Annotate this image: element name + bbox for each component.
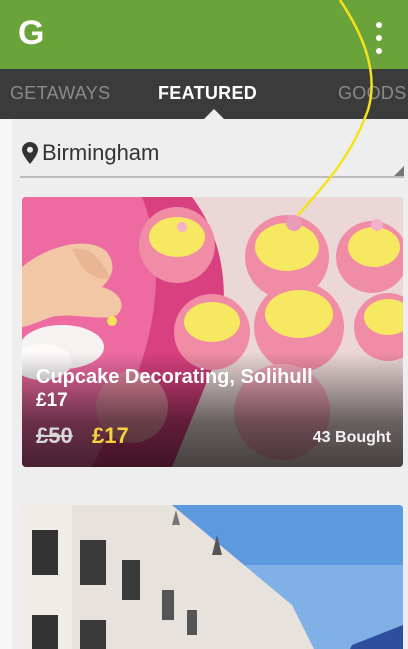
building-photo	[22, 505, 403, 649]
deal-price-line: £17	[36, 390, 68, 411]
deal-title: Cupcake Decorating, Solihull	[36, 366, 313, 388]
dropdown-corner-icon	[394, 166, 404, 176]
location-label: Birmingham	[42, 140, 160, 165]
app-bar: G	[0, 0, 408, 69]
tab-bar: GETAWAYS FEATURED GOODS	[0, 69, 408, 119]
deal-old-price: £50	[36, 423, 73, 448]
deal-card[interactable]	[22, 505, 403, 649]
deal-bought-count: 43 Bought	[312, 429, 391, 446]
tab-goods[interactable]: GOODS	[338, 83, 407, 104]
app-logo[interactable]: G	[18, 14, 44, 53]
tab-getaways[interactable]: GETAWAYS	[10, 83, 110, 104]
overflow-menu-icon[interactable]	[365, 20, 393, 56]
location-selector[interactable]: Birmingham	[20, 134, 404, 178]
selected-tab-indicator	[204, 109, 224, 119]
map-pin-icon	[22, 142, 38, 164]
tab-featured[interactable]: FEATURED	[158, 83, 257, 104]
deal-card[interactable]: Cupcake Decorating, Solihull £17 £50 £17…	[22, 197, 403, 467]
deal-new-price: £17	[92, 423, 129, 448]
